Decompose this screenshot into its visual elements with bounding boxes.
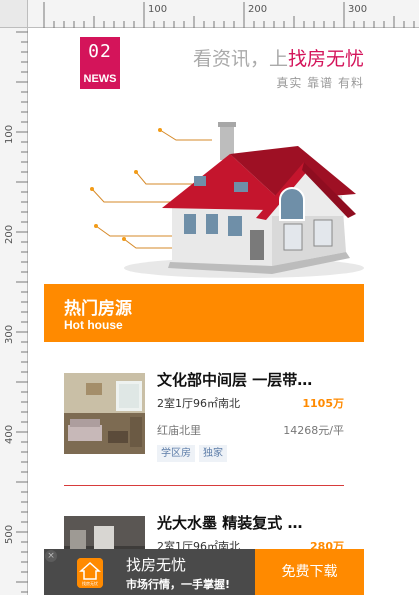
listing-title[interactable]: 文化部中间层 一层带… xyxy=(157,369,352,390)
app-logo-text: 找房无忧 xyxy=(82,580,98,586)
ruler-label-v300: 300 xyxy=(4,325,15,344)
tag-school-district: 学区房 xyxy=(157,445,195,462)
ruler-label-v100: 100 xyxy=(4,125,15,144)
free-download-button[interactable]: 免费下载 xyxy=(255,549,364,595)
app-description: 市场行情，一手掌握! xyxy=(126,578,231,591)
ruler-label-100: 100 xyxy=(148,4,167,15)
listing-tags: 学区房 独家 xyxy=(157,445,227,462)
listing-spec: 2室1厅96㎡南北 xyxy=(157,397,240,410)
logo-number: 02 xyxy=(88,41,112,62)
logo-label: NEWS xyxy=(83,73,117,85)
app-download-bar[interactable]: × 找房无忧 找房无忧 市场行情，一手掌握! 免费下载 xyxy=(44,549,364,595)
horizontal-ruler: 100 200 300 xyxy=(0,0,419,28)
listing-price: 1105万 xyxy=(302,397,344,410)
promo-banner[interactable]: 02 NEWS 看资讯，上找房无忧 真实 靠谱 有料 xyxy=(44,32,364,284)
vertical-ruler: 100 200 300 400 500 xyxy=(0,28,28,595)
listing-area: 红庙北里 xyxy=(157,424,201,437)
hot-house-section-header: 热门房源 Hot house xyxy=(44,284,364,342)
slogan-brand: 找房无忧 xyxy=(287,48,364,70)
app-name: 找房无忧 xyxy=(126,556,187,574)
ruler-label-v400: 400 xyxy=(4,425,15,444)
listing-photo xyxy=(64,373,145,454)
section-subtitle: Hot house xyxy=(64,318,123,332)
ruler-label-300: 300 xyxy=(348,4,367,15)
banner-sub-slogan: 真实 靠谱 有料 xyxy=(276,76,364,90)
slogan-prefix: 看资讯，上 xyxy=(192,48,288,70)
ruler-label-v500: 500 xyxy=(4,525,15,544)
news-logo: 02 NEWS xyxy=(80,37,120,89)
app-logo-icon: 找房无忧 xyxy=(77,558,103,588)
tag-exclusive: 独家 xyxy=(199,445,227,462)
house-illustration xyxy=(90,122,364,278)
ruler-label-200: 200 xyxy=(248,4,267,15)
ruler-corner xyxy=(0,0,28,28)
screenshot-stage: 100 200 300 100 200 300 400 500 02 NEWS … xyxy=(0,0,419,595)
ruler-label-v200: 200 xyxy=(4,225,15,244)
section-title: 热门房源 xyxy=(64,299,132,319)
banner-slogan: 看资讯，上找房无忧 xyxy=(124,44,364,71)
mobile-page[interactable]: 02 NEWS 看资讯，上找房无忧 真实 靠谱 有料 热门房源 Hot hous… xyxy=(44,32,364,595)
listing-title[interactable]: 光大水墨 精装复式 … xyxy=(157,512,352,533)
close-icon[interactable]: × xyxy=(45,550,57,562)
listing-unit-price: 14268元/平 xyxy=(283,424,344,437)
listing-divider xyxy=(64,485,344,486)
listing-card-1[interactable]: 文化部中间层 一层带… 2室1厅96㎡南北 1105万 红庙北里 14268元/… xyxy=(44,371,364,473)
